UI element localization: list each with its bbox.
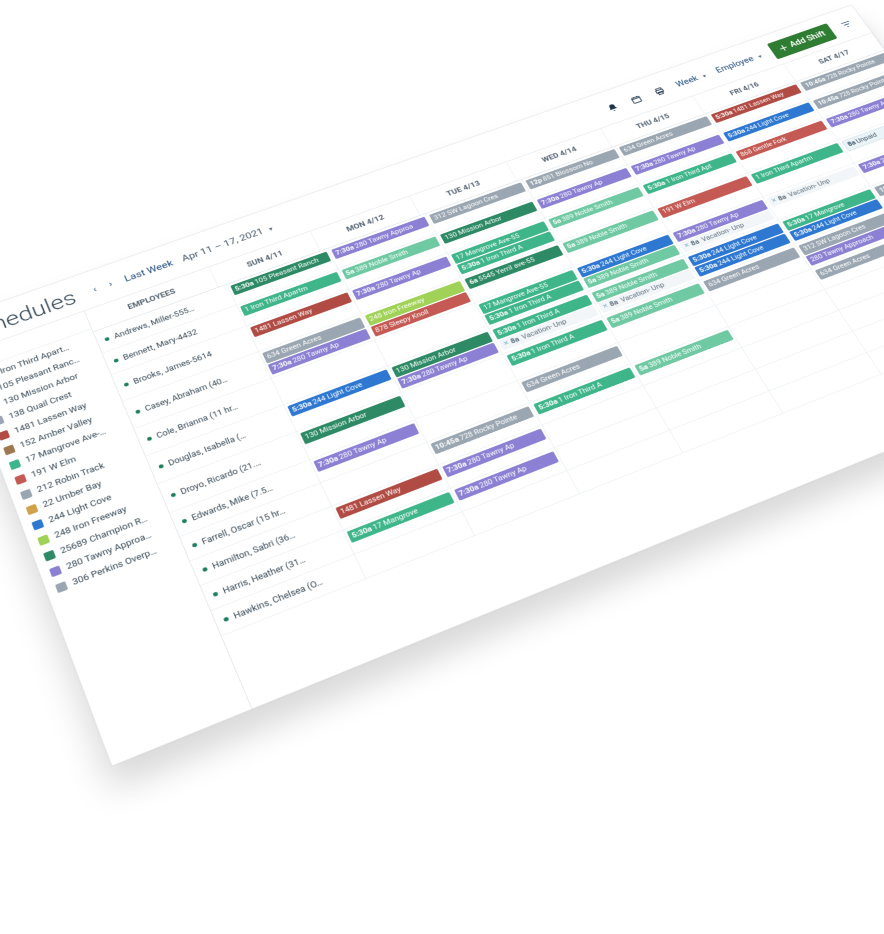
shift-time: 7:30a (317, 454, 340, 469)
shift-time: 5:30a (510, 349, 532, 363)
status-dot-icon (135, 409, 141, 414)
shift-time: 8a (608, 298, 620, 308)
add-shift-label: Add Shift (788, 30, 828, 49)
week-nav: ‹ › (92, 279, 114, 294)
shift-time: 7:30a (457, 483, 480, 498)
status-dot-icon (212, 591, 218, 597)
next-week-arrow-icon[interactable]: › (107, 279, 114, 288)
print-icon[interactable] (650, 85, 668, 99)
job-color-swatch (3, 444, 16, 455)
shift-time: 10:45a (816, 94, 840, 107)
shift-time: 7:30a (829, 113, 850, 125)
shift-time: 5:30a (234, 279, 256, 292)
status-dot-icon (170, 492, 176, 497)
calendar-icon[interactable] (627, 93, 645, 107)
job-color-swatch (14, 474, 27, 485)
job-color-swatch (37, 534, 50, 546)
bell-icon[interactable] (604, 101, 622, 115)
shift-time: 7:30a (861, 158, 882, 170)
shift-time: 7:30a (355, 284, 377, 297)
shift-time: 10:45a (803, 76, 827, 89)
shift-time: 7:30a (634, 160, 655, 172)
status-dot-icon (104, 337, 110, 342)
job-color-swatch (31, 519, 44, 531)
shift-time: 5:30a (726, 127, 747, 139)
shift-label: Unpaid (854, 131, 878, 144)
shift-time: 7:30a (445, 459, 468, 474)
shift-time: 8a (689, 238, 701, 248)
job-color-swatch (55, 581, 68, 593)
status-dot-icon (124, 382, 130, 387)
status-dot-icon (158, 464, 164, 469)
job-color-swatch (9, 459, 22, 470)
shift-time: 10:45a (878, 180, 884, 194)
shift-time: 8a (509, 335, 521, 346)
shift-time: 5:30a (537, 397, 559, 411)
job-color-swatch (26, 504, 39, 516)
content-body: JOBS 1 Iron Third Apart…105 Pleasant Ran… (0, 32, 884, 765)
shift-time: 5:30a (291, 399, 313, 413)
status-dot-icon (181, 518, 187, 523)
prev-week-arrow-icon[interactable]: ‹ (92, 285, 99, 294)
shift-time: 10:45a (434, 435, 461, 451)
status-dot-icon (223, 616, 229, 622)
shift-time: 5:30a (714, 109, 734, 121)
filter-icon[interactable] (840, 20, 855, 30)
job-color-swatch (0, 430, 10, 441)
job-color-swatch (43, 550, 56, 562)
shift-time: 7:30a (334, 244, 355, 257)
status-dot-icon (147, 436, 153, 441)
job-color-swatch (0, 415, 5, 426)
shift-time: 5:30a (646, 179, 667, 192)
shift-time: 7:30a (540, 194, 561, 207)
groupby-dropdown-label: Employee (714, 55, 756, 75)
job-color-swatch (20, 489, 33, 500)
groupby-dropdown[interactable]: Employee (714, 52, 764, 75)
status-dot-icon (113, 358, 119, 363)
shift-time: 8a (776, 193, 788, 203)
view-dropdown[interactable]: Week (674, 71, 708, 89)
shift-time: 5:30a (350, 524, 373, 540)
status-dot-icon (202, 567, 208, 573)
status-dot-icon (192, 542, 198, 547)
view-dropdown-label: Week (674, 74, 700, 89)
schedule-app-panel: Schedules ‹ › Last Week Apr 11 – 17, 202… (0, 5, 884, 767)
job-color-swatch (49, 565, 62, 577)
